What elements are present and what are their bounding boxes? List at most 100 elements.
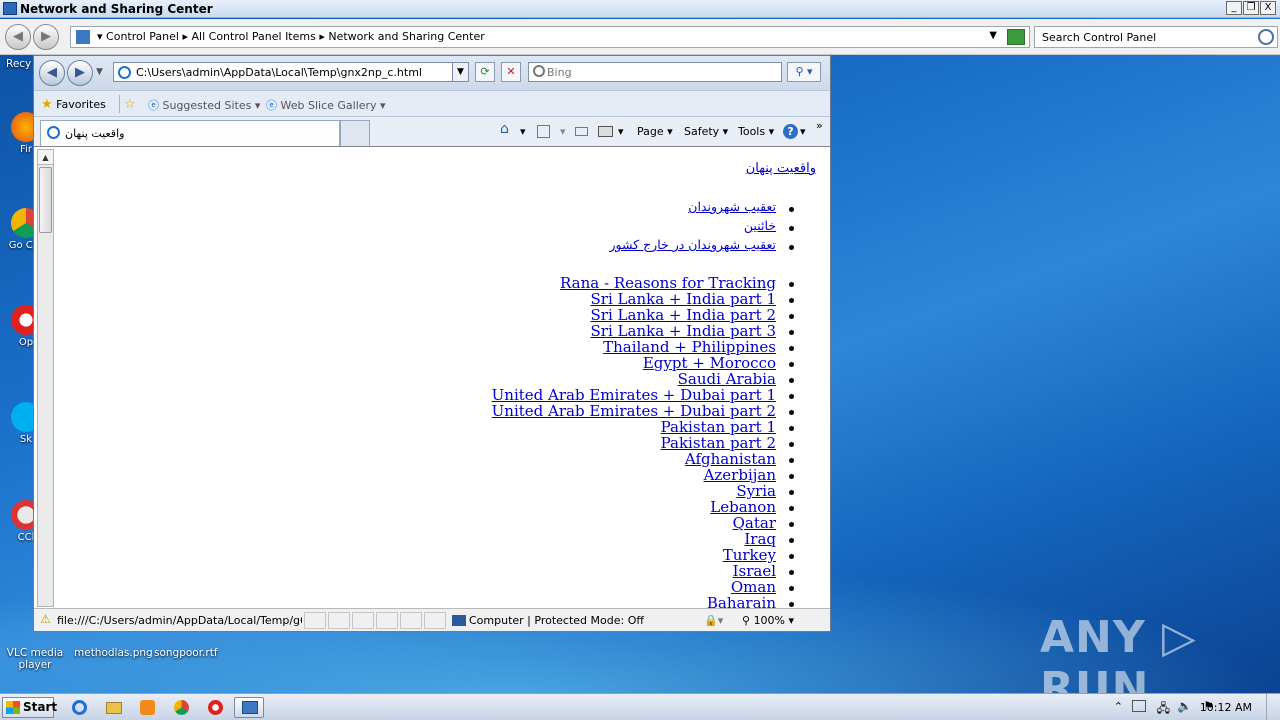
media-player-icon — [140, 700, 155, 715]
address-dropdown-icon[interactable]: ▼ — [989, 30, 997, 41]
search-placeholder: Search Control Panel — [1042, 31, 1157, 44]
taskbar-media-player[interactable] — [132, 697, 162, 718]
add-favorite-icon[interactable]: ☆ — [124, 97, 136, 112]
list-item: Sri Lanka + India part 1 — [492, 291, 795, 307]
tools-menu[interactable]: Tools ▾ — [738, 125, 774, 138]
safety-menu[interactable]: Safety ▾ — [684, 125, 728, 138]
list-item: Iraq — [492, 531, 795, 547]
ie-search-button[interactable]: ⚲ ▾ — [787, 62, 821, 82]
minimize-button[interactable]: _ — [1226, 1, 1242, 15]
ie-content-area: ▲ واقعیت پنهان تعقیب شهروندان خائنین تعق… — [34, 146, 830, 608]
protected-mode-icon[interactable]: 🔒▾ — [704, 614, 723, 627]
ie-back-button[interactable]: ◀ — [39, 60, 65, 86]
explorer-address-bar[interactable]: ▾ Control Panel ▸ All Control Panel Item… — [70, 26, 1030, 48]
ie-search-placeholder: Bing — [547, 66, 572, 79]
favorites-button[interactable]: ★ Favorites — [41, 97, 106, 112]
ie-favorites-bar: ★ Favorites ☆ ⓔ Suggested Sites ▾ ⓔ Web … — [34, 90, 830, 116]
zoom-control[interactable]: ⚲ 100% ▾ — [742, 614, 794, 627]
list-item: Sri Lanka + India part 2 — [492, 307, 795, 323]
refresh-icon[interactable] — [1007, 29, 1025, 45]
address-dropdown-icon[interactable]: ▼ — [452, 63, 468, 81]
restore-button[interactable]: ❐ — [1243, 1, 1259, 15]
list-link[interactable]: Baharain — [707, 594, 776, 608]
page-heading-link[interactable]: واقعیت پنهان — [746, 161, 816, 176]
explorer-navigation-bar: ◀ ▶ ▾ Control Panel ▸ All Control Panel … — [0, 19, 1280, 55]
volume-icon[interactable]: 🔈 — [1177, 699, 1192, 713]
breadcrumb-network-center[interactable]: Network and Sharing Center — [328, 30, 484, 43]
desktop-icon-methodlas-label[interactable]: methodlas.png — [74, 647, 153, 659]
explorer-forward-button[interactable]: ▶ — [33, 24, 59, 50]
folder-icon — [106, 702, 122, 714]
desktop-icon-label: Sk — [19, 434, 33, 445]
action-center-icon[interactable] — [1132, 700, 1146, 712]
control-panel-search[interactable]: Search Control Panel — [1034, 26, 1278, 48]
list-item: Oman — [492, 579, 795, 595]
network-center-icon — [3, 2, 17, 15]
taskbar-explorer[interactable] — [98, 697, 128, 718]
help-icon[interactable]: ? — [783, 124, 798, 139]
home-icon[interactable]: ⌂ — [500, 121, 509, 137]
search-icon[interactable] — [1258, 29, 1274, 45]
ie-tab-active[interactable]: واقعیت پنهان — [40, 120, 340, 146]
taskbar-opera[interactable] — [200, 697, 230, 718]
list-item: Afghanistan — [492, 451, 795, 467]
list-item: Thailand + Philippines — [492, 339, 795, 355]
list-link[interactable]: خائنین — [744, 218, 776, 233]
scroll-thumb[interactable] — [39, 167, 52, 233]
explorer-title-bar[interactable]: Network and Sharing Center _ ❐ X — [0, 0, 1280, 18]
taskbar-chrome[interactable] — [166, 697, 196, 718]
taskbar-control-panel[interactable] — [234, 697, 264, 718]
security-zone[interactable]: Computer | Protected Mode: Off — [469, 614, 644, 627]
ie-page-icon: ⓔ — [148, 99, 159, 112]
breadcrumb-control-panel[interactable]: Control Panel — [106, 30, 179, 43]
ie-page-icon — [118, 66, 131, 79]
start-label: Start — [23, 700, 58, 714]
taskbar-ie[interactable] — [64, 697, 94, 718]
desktop-icon-label: Op — [18, 337, 34, 348]
explorer-title: Network and Sharing Center — [20, 2, 213, 16]
read-mail-icon[interactable] — [575, 127, 588, 136]
suggested-sites-button[interactable]: ⓔ Suggested Sites ▾ — [148, 97, 260, 113]
desktop-icon-songpoor-label[interactable]: songpoor.rtf — [154, 647, 218, 659]
web-slice-gallery-button[interactable]: ⓔ Web Slice Gallery ▾ — [266, 97, 386, 113]
ie-forward-button[interactable]: ▶ — [67, 60, 93, 86]
show-desktop-button[interactable] — [1266, 694, 1280, 720]
list-item: تعقیب شهروندان — [610, 199, 795, 218]
list-link[interactable]: تعقیب شهروندان — [688, 199, 776, 214]
breadcrumb-all-items[interactable]: All Control Panel Items — [192, 30, 316, 43]
chevron-more-icon[interactable]: » — [816, 119, 823, 132]
opera-icon — [208, 700, 223, 715]
list-item: Egypt + Morocco — [492, 355, 795, 371]
computer-zone-icon — [452, 615, 466, 626]
list-item: Pakistan part 2 — [492, 435, 795, 451]
ie-search-box[interactable]: o Bing — [528, 62, 782, 82]
list-item: Azerbijan — [492, 467, 795, 483]
recent-pages-icon[interactable]: ▼ — [96, 67, 103, 77]
list-item: United Arab Emirates + Dubai part 2 — [492, 403, 795, 419]
list-item: Pakistan part 1 — [492, 419, 795, 435]
start-button[interactable]: Start — [2, 697, 58, 718]
close-button[interactable]: X — [1260, 1, 1276, 15]
page-menu[interactable]: Page ▾ — [637, 125, 673, 138]
ie-address-bar[interactable]: C:\Users\admin\AppData\Local\Temp\gnx2np… — [113, 62, 469, 82]
vertical-scrollbar[interactable]: ▲ — [37, 149, 54, 607]
show-hidden-icons-icon[interactable]: ⌃ — [1114, 700, 1123, 713]
desktop-icon-label: CCl — [17, 532, 35, 543]
list-link[interactable]: تعقیب شهروندان در خارج کشور — [610, 237, 776, 252]
clock[interactable]: 10:12 AM — [1200, 701, 1252, 714]
explorer-back-button[interactable]: ◀ — [5, 24, 31, 50]
desktop-icon-vlc-label[interactable]: VLC media player — [6, 647, 64, 671]
new-tab-button[interactable] — [340, 120, 370, 146]
network-icon[interactable]: 🖧 — [1157, 699, 1170, 720]
ie-address-value: C:\Users\admin\AppData\Local\Temp\gnx2np… — [136, 66, 422, 79]
taskbar: Start ⌃ 🖧 🔈 ⚑ 10:12 AM — [0, 693, 1280, 720]
ie-tab-row: واقعیت پنهان ⌂ ▾ ▾ ▾ Page ▾ Safety ▾ Too… — [34, 116, 830, 146]
list-item: Qatar — [492, 515, 795, 531]
desktop-icon-recycle-label[interactable]: Recy — [6, 58, 31, 70]
ie-icon — [72, 700, 87, 715]
feeds-icon[interactable] — [537, 125, 550, 138]
scroll-up-arrow[interactable]: ▲ — [38, 150, 53, 165]
ie-refresh-button[interactable]: ⟳ — [475, 62, 495, 82]
ie-stop-button[interactable]: ✕ — [501, 62, 521, 82]
print-icon[interactable] — [598, 126, 613, 137]
